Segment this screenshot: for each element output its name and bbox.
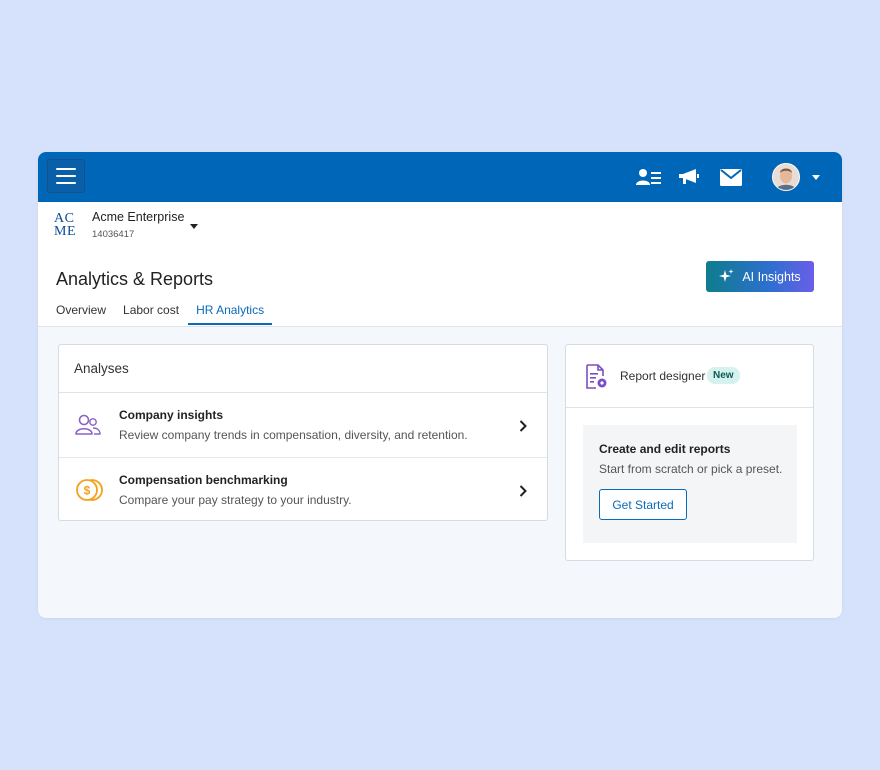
list-item-text: Company insights Review company trends i… — [119, 408, 468, 442]
top-bar — [38, 152, 842, 202]
people-icon — [75, 413, 101, 439]
analyses-heading: Analyses — [59, 345, 547, 393]
megaphone-icon[interactable] — [678, 168, 700, 186]
ai-insights-button[interactable]: AI Insights — [706, 261, 814, 292]
svg-text:$: $ — [84, 484, 91, 498]
coins-icon: $ — [75, 478, 103, 504]
create-reports-panel: Create and edit reports Start from scrat… — [583, 425, 797, 543]
list-item-description: Compare your pay strategy to your indust… — [119, 493, 352, 507]
menu-icon[interactable] — [47, 159, 85, 193]
caret-down-icon[interactable] — [190, 224, 198, 229]
get-started-button[interactable]: Get Started — [599, 489, 687, 520]
sparkle-icon — [719, 269, 734, 282]
report-designer-header: Report designer New — [566, 345, 813, 408]
report-designer-card: Report designer New Create and edit repo… — [565, 344, 814, 561]
list-item-title: Company insights — [119, 408, 224, 422]
report-settings-icon — [585, 364, 609, 395]
tab-labor-cost[interactable]: Labor cost — [123, 303, 187, 325]
report-designer-label: Report designer — [620, 369, 706, 383]
list-item-company-insights[interactable]: Company insights Review company trends i… — [59, 393, 547, 458]
create-reports-description: Start from scratch or pick a preset. — [599, 462, 783, 476]
tab-overview[interactable]: Overview — [56, 303, 114, 325]
chevron-right-icon[interactable] — [519, 419, 527, 437]
tab-hr-analytics[interactable]: HR Analytics — [188, 303, 273, 325]
company-name: Acme Enterprise — [92, 210, 185, 224]
tab-bar: Overview Labor cost HR Analytics — [56, 303, 281, 325]
ai-insights-label: AI Insights — [742, 269, 801, 284]
list-item-title: Compensation benchmarking — [119, 473, 288, 487]
list-item-compensation-benchmarking[interactable]: $ Compensation benchmarking Compare your… — [59, 458, 547, 522]
contacts-icon[interactable] — [636, 168, 662, 186]
page-header: AC ME Acme Enterprise 14036417 Analytics… — [38, 202, 842, 327]
company-selector[interactable]: Acme Enterprise 14036417 — [92, 210, 184, 240]
chevron-right-icon[interactable] — [519, 484, 527, 502]
page-title: Analytics & Reports — [56, 269, 214, 289]
app-window: AC ME Acme Enterprise 14036417 Analytics… — [38, 152, 842, 618]
top-bar-icons — [636, 152, 820, 202]
user-avatar[interactable] — [772, 163, 800, 191]
company-id: 14036417 — [92, 229, 135, 240]
new-badge: New — [707, 367, 740, 384]
mail-icon[interactable] — [720, 168, 742, 186]
analyses-card: Analyses Company insights Review company… — [58, 344, 548, 521]
company-logo: AC ME — [54, 211, 76, 239]
list-item-text: Compensation benchmarking Compare your p… — [119, 473, 352, 507]
chevron-down-icon[interactable] — [812, 174, 820, 180]
create-reports-title: Create and edit reports — [599, 442, 731, 456]
list-item-description: Review company trends in compensation, d… — [119, 428, 468, 442]
